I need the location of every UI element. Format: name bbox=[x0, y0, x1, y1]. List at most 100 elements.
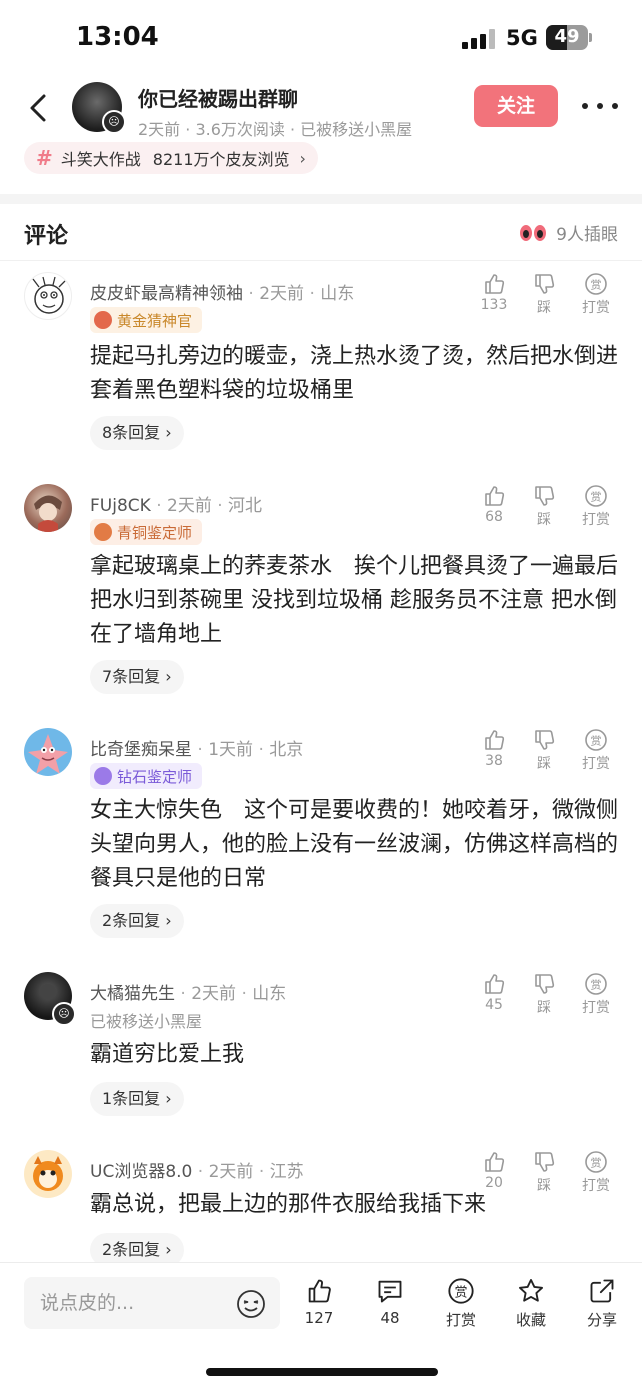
battery-level: 49 bbox=[554, 26, 580, 47]
thumbs-up-icon bbox=[485, 1152, 505, 1172]
like-button[interactable]: 68 bbox=[474, 484, 514, 525]
comment-location: 山东 bbox=[320, 284, 355, 304]
commenter-avatar[interactable] bbox=[24, 1150, 72, 1198]
commenter-name[interactable]: 皮皮虾最高精神领袖 bbox=[90, 284, 243, 304]
follow-button[interactable]: 关注 bbox=[474, 85, 558, 127]
dislike-label: 踩 bbox=[537, 1000, 551, 1016]
watchers-button[interactable]: 9人插眼 bbox=[520, 220, 618, 245]
reward-icon: 赏 bbox=[585, 973, 607, 995]
reward-button[interactable]: 赏 打赏 bbox=[576, 484, 616, 529]
post-reward-label: 打赏 bbox=[445, 1311, 476, 1329]
dislike-button[interactable]: 踩 bbox=[524, 272, 564, 317]
reward-button[interactable]: 赏 打赏 bbox=[576, 728, 616, 773]
cellular-signal-icon bbox=[462, 29, 496, 49]
post-like-button[interactable]: 127 bbox=[291, 1277, 347, 1327]
home-indicator[interactable] bbox=[206, 1368, 438, 1376]
reward-icon: 赏 bbox=[585, 1151, 607, 1173]
reward-icon: 赏 bbox=[585, 485, 607, 507]
svg-text:赏: 赏 bbox=[591, 735, 602, 748]
dislike-button[interactable]: 踩 bbox=[524, 972, 564, 1017]
topic-name: 斗笑大作战 bbox=[60, 150, 141, 169]
comment-time: 1天前 bbox=[208, 740, 254, 760]
like-button[interactable]: 38 bbox=[474, 728, 514, 769]
thumbs-down-icon bbox=[535, 274, 555, 294]
diamond-medal-icon bbox=[94, 767, 112, 785]
like-button[interactable]: 20 bbox=[474, 1150, 514, 1191]
banned-badge-icon: ☹ bbox=[102, 110, 126, 134]
reward-button[interactable]: 赏 打赏 bbox=[576, 272, 616, 317]
comment-actions: 20 踩 赏 打赏 bbox=[474, 1150, 624, 1200]
comment-input-box[interactable] bbox=[24, 1277, 280, 1329]
user-status: 已被移送小黑屋 bbox=[90, 1012, 203, 1031]
like-button[interactable]: 45 bbox=[474, 972, 514, 1013]
comment-input[interactable] bbox=[24, 1277, 224, 1329]
svg-text:赏: 赏 bbox=[455, 1285, 468, 1300]
dislike-button[interactable]: 踩 bbox=[524, 484, 564, 529]
star-icon bbox=[518, 1278, 544, 1302]
emoji-icon[interactable] bbox=[236, 1289, 266, 1319]
comment-text: 提起马扎旁边的暖壶，浇上热水烫了烫，然后把水倒进套着黑色塑料袋的垃圾桶里 bbox=[90, 344, 619, 403]
like-button[interactable]: 133 bbox=[474, 272, 514, 313]
more-options-button[interactable] bbox=[582, 94, 618, 118]
author-name[interactable]: 你已经被踢出群聊 bbox=[138, 83, 298, 112]
view-replies-button[interactable]: 8条回复 › bbox=[90, 416, 184, 450]
post-comment-button[interactable]: 48 bbox=[362, 1277, 418, 1327]
commenter-name[interactable]: FUj8CK bbox=[90, 496, 151, 516]
comment-text: 拿起玻璃桌上的荞麦茶水 挨个儿把餐具烫了一遍最后把水归到茶碗里 没找到垃圾桶 趁… bbox=[90, 554, 619, 647]
favorite-button[interactable]: 收藏 bbox=[503, 1277, 559, 1330]
commenter-name[interactable]: UC浏览器8.0 bbox=[90, 1162, 192, 1182]
thumbs-down-icon bbox=[535, 730, 555, 750]
topic-views: 8211万个皮友浏览 bbox=[152, 150, 290, 169]
section-divider bbox=[0, 194, 642, 204]
post-reward-button[interactable]: 赏 打赏 bbox=[433, 1277, 489, 1330]
status-time: 13:04 bbox=[76, 22, 159, 52]
comment-location: 江苏 bbox=[269, 1162, 304, 1182]
view-replies-button[interactable]: 2条回复 › bbox=[90, 904, 184, 938]
like-count: 68 bbox=[485, 509, 503, 525]
comment-actions: 68 踩 赏 打赏 bbox=[474, 484, 624, 534]
eyes-icon bbox=[520, 223, 548, 243]
view-replies-button[interactable]: 7条回复 › bbox=[90, 660, 184, 694]
comment-time: 2天前 bbox=[191, 984, 237, 1004]
comment-time: 2天前 bbox=[208, 1162, 254, 1182]
status-bar: 13:04 5G 49 bbox=[0, 0, 642, 74]
uc-squirrel-icon bbox=[33, 1156, 63, 1191]
gold-medal-icon bbox=[94, 311, 112, 329]
dislike-label: 踩 bbox=[537, 512, 551, 528]
comment-bubble-icon bbox=[378, 1280, 402, 1303]
thumbs-up-icon bbox=[485, 730, 505, 750]
anime-character-icon bbox=[34, 495, 62, 532]
comment-location: 山东 bbox=[252, 984, 287, 1004]
view-replies-button[interactable]: 2条回复 › bbox=[90, 1233, 184, 1262]
comment-meta: FUj8CK · 2天前 · 河北 bbox=[90, 496, 263, 516]
commenter-name[interactable]: 比奇堡痴呆星 bbox=[90, 740, 192, 760]
view-replies-button[interactable]: 1条回复 › bbox=[90, 1082, 184, 1116]
hashtag-icon: # bbox=[36, 146, 53, 170]
dislike-label: 踩 bbox=[537, 756, 551, 772]
commenter-avatar[interactable] bbox=[24, 728, 72, 776]
thumbs-down-icon bbox=[535, 486, 555, 506]
banned-badge-icon: ☹ bbox=[52, 1002, 76, 1026]
dislike-button[interactable]: 踩 bbox=[524, 1150, 564, 1195]
commenter-name[interactable]: 大橘猫先生 bbox=[90, 984, 175, 1004]
comment-item: 比奇堡痴呆星 · 1天前 · 北京 钻石鉴定师 女主大惊失色 这个可是要收费的！… bbox=[0, 728, 642, 938]
comment-location: 河北 bbox=[228, 496, 263, 516]
reward-label: 打赏 bbox=[582, 1000, 610, 1016]
topic-chip[interactable]: # 斗笑大作战 8211万个皮友浏览 › bbox=[24, 142, 318, 174]
reward-button[interactable]: 赏 打赏 bbox=[576, 972, 616, 1017]
post-like-count: 127 bbox=[304, 1309, 334, 1327]
dislike-button[interactable]: 踩 bbox=[524, 728, 564, 773]
reward-button[interactable]: 赏 打赏 bbox=[576, 1150, 616, 1195]
commenter-avatar[interactable] bbox=[24, 484, 72, 532]
comment-location: 北京 bbox=[269, 740, 304, 760]
comment-item: ☹ 大橘猫先生 · 2天前 · 山东 已被移送小黑屋 霸道穷比爱上我 1条回复 … bbox=[0, 972, 642, 1116]
network-type: 5G bbox=[506, 26, 538, 50]
post-header: ☹ 你已经被踢出群聊 2天前 · 3.6万次阅读 · 已被移送小黑屋 关注 # … bbox=[0, 74, 642, 194]
svg-text:赏: 赏 bbox=[591, 979, 602, 992]
like-count: 20 bbox=[485, 1175, 503, 1191]
back-button[interactable] bbox=[20, 88, 60, 128]
comment-text: 霸道穷比爱上我 bbox=[90, 1042, 245, 1067]
commenter-avatar[interactable] bbox=[24, 272, 72, 320]
doodle-face-icon bbox=[32, 276, 66, 314]
share-button[interactable]: 分享 bbox=[574, 1277, 630, 1330]
